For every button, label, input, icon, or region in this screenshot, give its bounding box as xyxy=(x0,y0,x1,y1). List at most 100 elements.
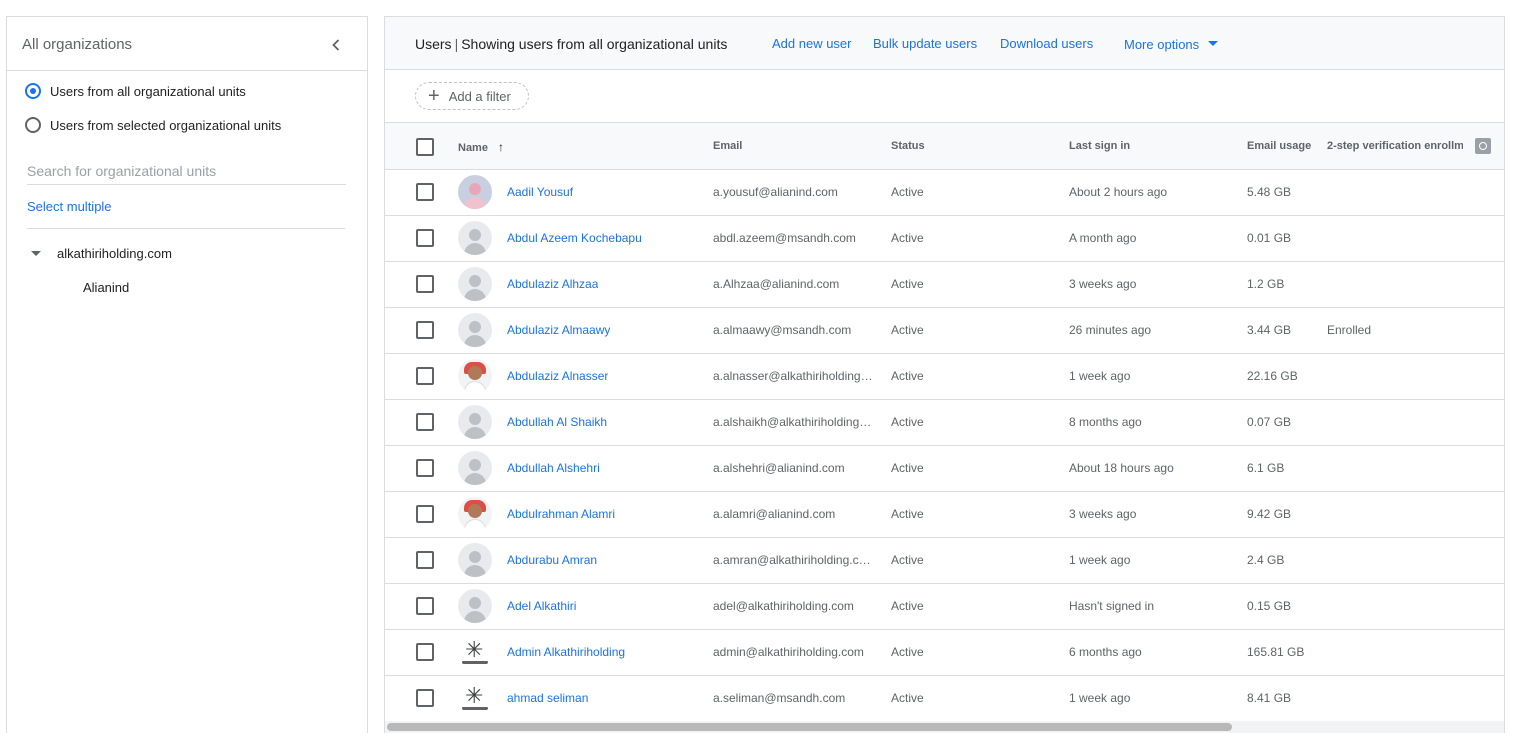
table-row[interactable]: Abdul Azeem Kochebapu abdl.azeem@msandh.… xyxy=(385,216,1504,262)
bulk-update-button[interactable]: Bulk update users xyxy=(873,36,977,51)
user-status: Active xyxy=(891,691,924,705)
column-header-name[interactable]: Name ↑ xyxy=(458,140,504,154)
table-row[interactable]: ✳ Admin Alkathiriholding admin@alkathiri… xyxy=(385,630,1504,676)
user-last-sign-in: 1 week ago xyxy=(1069,553,1131,567)
radio-all-ous[interactable]: Users from all organizational units xyxy=(25,80,246,102)
avatar-body-shape xyxy=(464,381,486,393)
row-checkbox[interactable] xyxy=(416,183,434,201)
avatar-head-shape xyxy=(469,413,481,425)
table-row[interactable]: Abdullah Alshehri a.alshehri@alianind.co… xyxy=(385,446,1504,492)
add-user-button[interactable]: Add new user xyxy=(772,36,852,51)
scrollbar-thumb[interactable] xyxy=(387,723,1232,731)
user-name-link[interactable]: Abdulaziz Almaawy xyxy=(507,323,610,337)
caret-down-icon[interactable] xyxy=(31,251,41,256)
avatar-body-shape xyxy=(464,289,486,301)
table-row[interactable]: Abdulaziz Almaawy a.almaawy@msandh.com A… xyxy=(385,308,1504,354)
table-row[interactable]: Abdulrahman Alamri a.alamri@alianind.com… xyxy=(385,492,1504,538)
table-header: Name ↑ Email Status Last sign in Email us… xyxy=(385,122,1504,170)
more-options-button[interactable]: More options xyxy=(1124,37,1219,52)
avatar-body-shape xyxy=(464,197,486,209)
row-checkbox[interactable] xyxy=(416,597,434,615)
user-last-sign-in: 1 week ago xyxy=(1069,691,1131,705)
select-multiple-link[interactable]: Select multiple xyxy=(27,199,112,214)
user-status: Active xyxy=(891,645,924,659)
column-header-last-sign-in[interactable]: Last sign in xyxy=(1069,140,1130,152)
column-settings-icon[interactable] xyxy=(1475,138,1491,154)
row-checkbox[interactable] xyxy=(416,321,434,339)
column-header-status[interactable]: Status xyxy=(891,140,925,152)
user-status: Active xyxy=(891,507,924,521)
default-avatar-icon xyxy=(458,451,492,485)
tree-item-alianind-label: Alianind xyxy=(83,280,130,295)
logo-text-mark xyxy=(462,661,488,664)
table-row[interactable]: Abdurabu Amran a.amran@alkathiriholding.… xyxy=(385,538,1504,584)
radio-selected-ous-label: Users from selected organizational units xyxy=(50,117,282,133)
row-checkbox[interactable] xyxy=(416,275,434,293)
user-email: a.seliman@msandh.com xyxy=(713,691,846,705)
user-status: Active xyxy=(891,277,924,291)
row-checkbox[interactable] xyxy=(416,229,434,247)
user-name-link[interactable]: Abdulaziz Alhzaa xyxy=(507,277,598,291)
user-email: adel@alkathiriholding.com xyxy=(713,599,854,613)
user-email: abdl.azeem@msandh.com xyxy=(713,231,856,245)
row-checkbox[interactable] xyxy=(416,551,434,569)
user-name-link[interactable]: Abdurabu Amran xyxy=(507,553,597,567)
user-last-sign-in: 3 weeks ago xyxy=(1069,277,1137,291)
user-name-link[interactable]: Abdul Azeem Kochebapu xyxy=(507,231,642,245)
avatar-head-shape xyxy=(468,504,482,518)
sort-ascending-icon[interactable]: ↑ xyxy=(498,140,504,154)
user-last-sign-in: About 18 hours ago xyxy=(1069,461,1174,475)
row-checkbox[interactable] xyxy=(416,643,434,661)
user-name-link[interactable]: Abdullah Alshehri xyxy=(507,461,600,475)
user-name-link[interactable]: Abdulrahman Alamri xyxy=(507,507,615,521)
user-email: a.alshaikh@alkathiriholding.com xyxy=(713,415,873,429)
user-last-sign-in: 3 weeks ago xyxy=(1069,507,1137,521)
row-checkbox[interactable] xyxy=(416,413,434,431)
org-panel-title: All organizations xyxy=(22,36,133,53)
column-header-2sv[interactable]: 2-step verification enrollment xyxy=(1327,140,1463,152)
user-name-link[interactable]: Admin Alkathiriholding xyxy=(507,645,625,659)
caret-down-icon xyxy=(1208,41,1219,47)
user-email-usage: 8.41 GB xyxy=(1247,691,1292,705)
row-checkbox[interactable] xyxy=(416,367,434,385)
radio-unchecked-icon xyxy=(25,117,41,133)
select-all-checkbox[interactable] xyxy=(416,138,434,156)
user-name-link[interactable]: Adel Alkathiri xyxy=(507,599,576,613)
user-name-link[interactable]: Abdullah Al Shaikh xyxy=(507,415,607,429)
tree-item-alianind[interactable]: Alianind xyxy=(83,280,129,295)
row-checkbox[interactable] xyxy=(416,505,434,523)
radio-selected-ous[interactable]: Users from selected organizational units xyxy=(25,114,281,136)
download-users-button[interactable]: Download users xyxy=(1000,36,1093,51)
default-avatar-icon xyxy=(458,543,492,577)
user-email-usage: 0.15 GB xyxy=(1247,599,1292,613)
org-panel-header: All organizations xyxy=(7,17,367,71)
user-name-link[interactable]: Abdulaziz Alnasser xyxy=(507,369,608,383)
table-row[interactable]: Abdulaziz Alhzaa a.Alhzaa@alianind.com A… xyxy=(385,262,1504,308)
add-filter-button[interactable]: + Add a filter xyxy=(415,82,529,110)
more-options-label: More options xyxy=(1124,37,1200,52)
user-status: Active xyxy=(891,369,924,383)
collapse-panel-button[interactable] xyxy=(325,34,347,56)
column-header-email[interactable]: Email xyxy=(713,140,742,152)
table-row[interactable]: Adel Alkathiri adel@alkathiriholding.com… xyxy=(385,584,1504,630)
page-title-main: Users xyxy=(415,36,452,52)
user-name-link[interactable]: Aadil Yousuf xyxy=(507,185,573,199)
avatar-body-shape xyxy=(464,427,486,439)
ou-search-input[interactable] xyxy=(27,158,346,185)
table-row[interactable]: Abdullah Al Shaikh a.alshaikh@alkathirih… xyxy=(385,400,1504,446)
table-row[interactable]: ✳ ahmad seliman a.seliman@msandh.com Act… xyxy=(385,676,1504,722)
default-avatar-icon xyxy=(458,221,492,255)
table-row[interactable]: Abdulaziz Alnasser a.alnasser@alkathirih… xyxy=(385,354,1504,400)
avatar-body-shape xyxy=(464,243,486,255)
user-email: a.amran@alkathiriholding.com xyxy=(713,553,873,567)
logo-text-mark xyxy=(462,707,488,710)
row-checkbox[interactable] xyxy=(416,459,434,477)
user-photo-avatar xyxy=(458,359,492,393)
tree-item-root[interactable]: alkathiriholding.com xyxy=(31,246,172,261)
user-email-usage: 22.16 GB xyxy=(1247,369,1298,383)
table-row[interactable]: Aadil Yousuf a.yousuf@alianind.com Activ… xyxy=(385,170,1504,216)
user-last-sign-in: A month ago xyxy=(1069,231,1137,245)
column-header-email-usage[interactable]: Email usage xyxy=(1247,140,1311,152)
row-checkbox[interactable] xyxy=(416,689,434,707)
user-name-link[interactable]: ahmad seliman xyxy=(507,691,588,705)
